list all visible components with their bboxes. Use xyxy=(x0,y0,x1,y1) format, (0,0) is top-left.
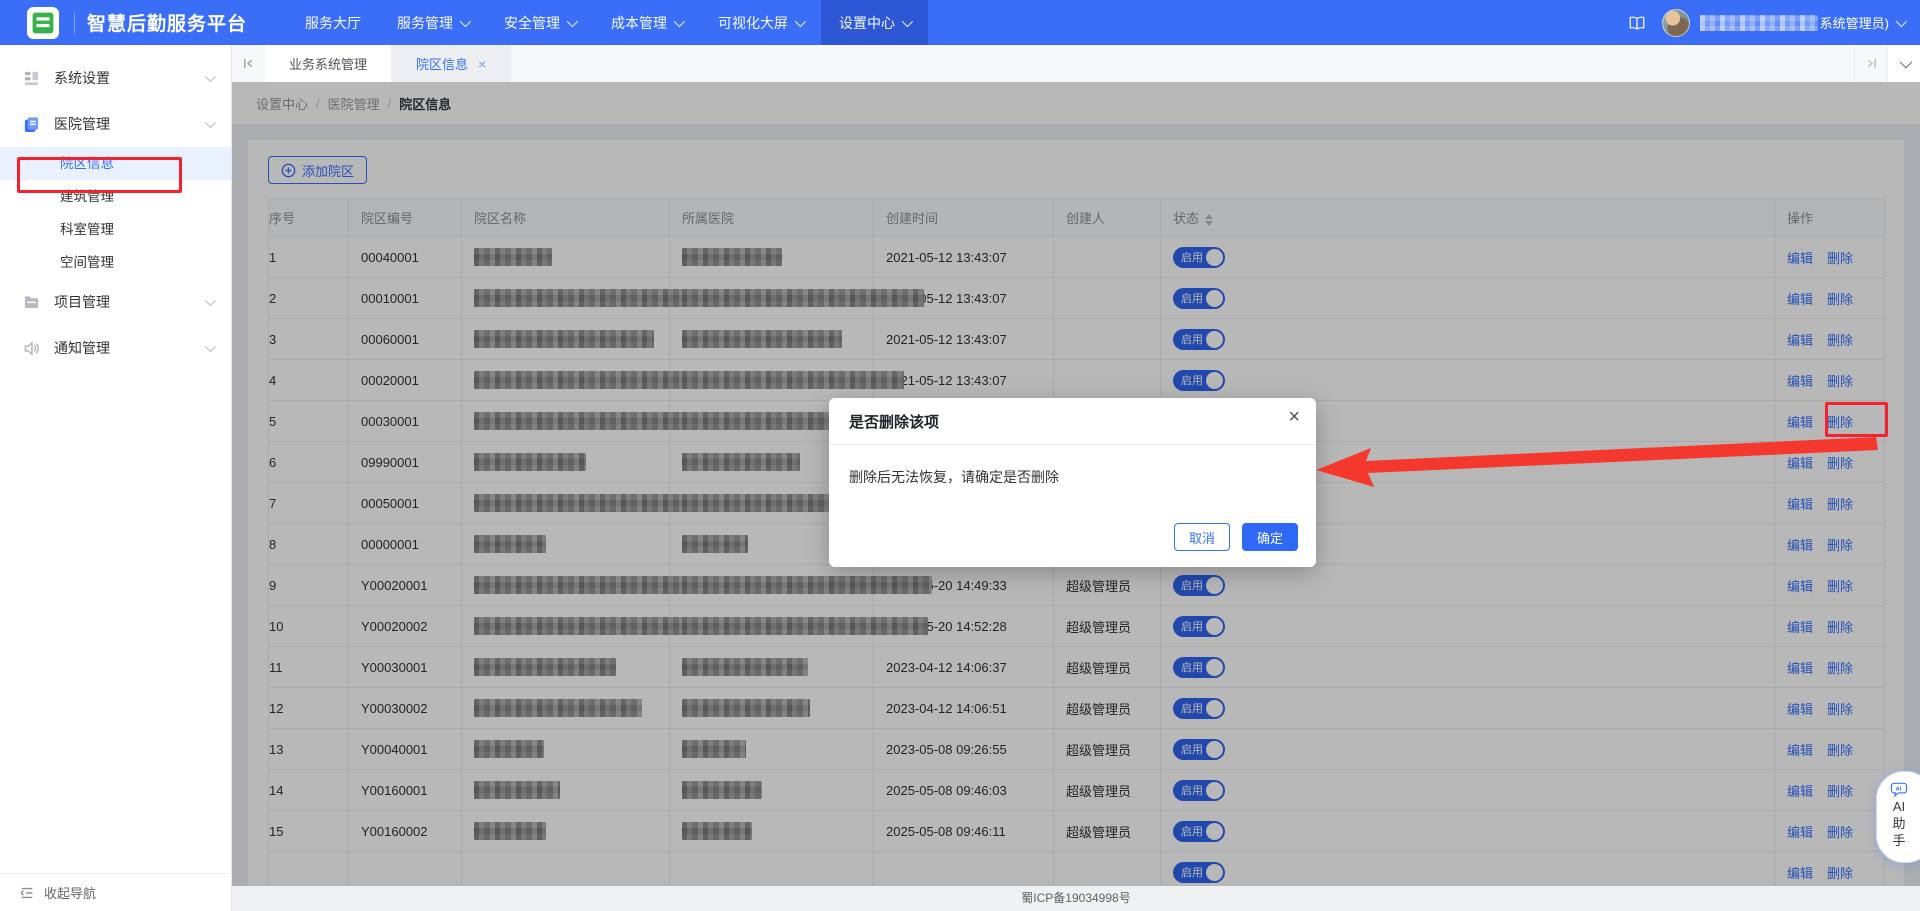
ai-assistant-label-2: 助 xyxy=(1892,816,1906,831)
icp-label: 蜀ICP备19034998号 xyxy=(1021,891,1131,905)
nav-item-label: 可视化大屏 xyxy=(718,14,789,31)
app-logo-icon xyxy=(26,6,60,40)
chevron-down-icon xyxy=(673,15,686,27)
ai-assistant-label-1: AI xyxy=(1892,799,1906,814)
sidebar-group-4[interactable]: 通知管理 xyxy=(0,325,231,371)
user-role-dropdown[interactable]: 系统管理员) xyxy=(1819,13,1908,32)
folder-icon xyxy=(22,293,40,311)
tab-2[interactable]: 院区信息 × xyxy=(392,45,512,82)
collapse-nav-icon xyxy=(18,884,36,902)
chevron-down-icon xyxy=(901,15,914,27)
svg-text:AI: AI xyxy=(1896,786,1902,792)
ai-assistant-button[interactable]: AI AI 助手 xyxy=(1876,771,1920,863)
chevron-down-icon xyxy=(1895,15,1908,27)
sidebar-group-label: 医院管理 xyxy=(54,116,110,132)
sidebar-group-label: 通知管理 xyxy=(54,340,110,356)
collapse-nav-button[interactable]: 收起导航 xyxy=(0,873,230,911)
app-window: 智慧后勤服务平台 服务大厅 服务管理 安全管理 成本管理 可视化大屏 设置中心 系统管理员… xyxy=(0,0,1920,911)
scroll-tabs-left-icon[interactable] xyxy=(232,45,265,82)
dialog-header: 是否删除该项 × xyxy=(829,398,1316,445)
tab-1[interactable]: 业务系统管理 xyxy=(265,45,393,82)
ai-chat-bubble-icon: AI xyxy=(1890,780,1908,798)
tabbar-right xyxy=(1854,45,1920,82)
divider xyxy=(74,11,75,34)
sidebar-menu: 系统设置医院管理院区信息 建筑管理 科室管理 空间管理项目管理通知管理 xyxy=(0,45,231,371)
delete-confirm-dialog: 是否删除该项 × 删除后无法恢复，请确定是否删除 取消 确定 xyxy=(829,398,1316,567)
nav-item-2[interactable]: 服务管理 xyxy=(379,0,486,45)
tab-list: 业务系统管理 院区信息 × xyxy=(265,45,512,82)
hospital-doc-icon xyxy=(22,115,40,133)
avatar[interactable] xyxy=(1661,8,1690,37)
ai-assistant-label-3: 手 xyxy=(1892,833,1906,848)
chevron-down-icon xyxy=(204,70,217,83)
dialog-title: 是否删除该项 xyxy=(849,414,940,431)
nav-item-label: 服务大厅 xyxy=(305,14,362,31)
close-icon[interactable]: × xyxy=(478,56,486,72)
nav-item-4[interactable]: 成本管理 xyxy=(593,0,700,45)
tab-bar: 业务系统管理 院区信息 × xyxy=(232,45,1920,82)
nav-item-label: 设置中心 xyxy=(839,14,896,31)
tabs-menu-chevron-icon[interactable] xyxy=(1887,45,1920,82)
navbar-menu: 服务大厅 服务管理 安全管理 成本管理 可视化大屏 设置中心 xyxy=(287,0,929,45)
nav-item-label: 安全管理 xyxy=(504,14,561,31)
app-title: 智慧后勤服务平台 xyxy=(87,14,248,35)
speaker-icon xyxy=(22,339,40,357)
nav-item-1[interactable]: 服务大厅 xyxy=(287,0,379,45)
sidebar-group-2[interactable]: 医院管理 xyxy=(0,101,231,147)
sidebar-item-2-1[interactable]: 院区信息 xyxy=(0,147,231,180)
nav-item-6[interactable]: 设置中心 xyxy=(821,0,929,45)
nav-item-label: 成本管理 xyxy=(611,14,668,31)
chevron-down-icon xyxy=(204,340,217,353)
chevron-down-icon xyxy=(566,15,579,27)
confirm-button[interactable]: 确定 xyxy=(1242,523,1298,551)
sidebar: 系统设置医院管理院区信息 建筑管理 科室管理 空间管理项目管理通知管理 收起导航 xyxy=(0,45,232,911)
nav-item-label: 服务管理 xyxy=(397,14,454,31)
chevron-down-icon xyxy=(794,15,807,27)
sidebar-item-2-3[interactable]: 科室管理 xyxy=(0,213,231,246)
sidebar-group-3[interactable]: 项目管理 xyxy=(0,279,231,325)
sidebar-group-1[interactable]: 系统设置 xyxy=(0,55,231,101)
nav-item-5[interactable]: 可视化大屏 xyxy=(700,0,821,45)
user-role-label: 系统管理员) xyxy=(1819,16,1889,31)
sidebar-item-2-2[interactable]: 建筑管理 xyxy=(0,180,231,213)
sidebar-group-label: 系统设置 xyxy=(54,70,110,86)
sidebar-group-label: 项目管理 xyxy=(54,294,110,310)
cancel-button[interactable]: 取消 xyxy=(1174,523,1230,551)
grid-icon xyxy=(22,69,40,87)
scroll-tabs-right-icon[interactable] xyxy=(1854,45,1887,82)
manual-book-icon[interactable] xyxy=(1628,14,1646,32)
close-icon[interactable]: × xyxy=(1288,407,1300,427)
chevron-down-icon xyxy=(204,116,217,129)
redacted-username xyxy=(1699,14,1818,31)
page-footer: 蜀ICP备19034998号 xyxy=(232,886,1920,911)
chevron-down-icon xyxy=(459,15,472,27)
collapse-nav-label: 收起导航 xyxy=(44,886,97,901)
sidebar-item-2-4[interactable]: 空间管理 xyxy=(0,246,231,279)
dialog-message: 删除后无法恢复，请确定是否删除 xyxy=(849,469,1059,485)
dialog-footer: 取消 确定 xyxy=(1174,523,1298,551)
navbar-right: 系统管理员) xyxy=(1628,8,1920,37)
top-navbar: 智慧后勤服务平台 服务大厅 服务管理 安全管理 成本管理 可视化大屏 设置中心 系统管理员… xyxy=(0,0,1920,45)
tab-label: 院区信息 xyxy=(416,57,469,72)
tab-label: 业务系统管理 xyxy=(289,57,368,72)
nav-item-3[interactable]: 安全管理 xyxy=(486,0,593,45)
chevron-down-icon xyxy=(204,294,217,307)
